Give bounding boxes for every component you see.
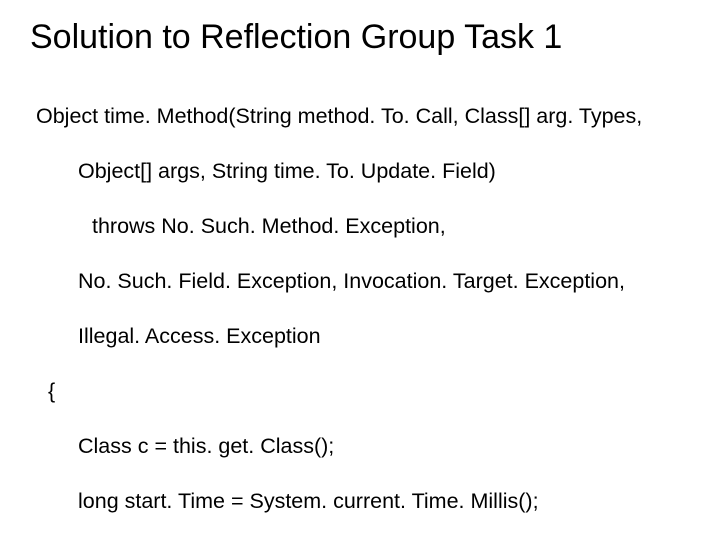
code-line: long start. Time = System. current. Time… <box>30 488 690 516</box>
code-block: Object time. Method(String method. To. C… <box>30 75 690 540</box>
code-line: { <box>30 378 690 406</box>
slide-title: Solution to Reflection Group Task 1 <box>30 18 690 57</box>
code-line: Object time. Method(String method. To. C… <box>30 103 690 131</box>
code-line: Class c = this. get. Class(); <box>30 433 690 461</box>
code-line: Illegal. Access. Exception <box>30 323 690 351</box>
code-line: No. Such. Field. Exception, Invocation. … <box>30 268 690 296</box>
code-line: throws No. Such. Method. Exception, <box>30 213 690 241</box>
code-line: Object[] args, String time. To. Update. … <box>30 158 690 186</box>
slide: Solution to Reflection Group Task 1 Obje… <box>0 0 720 540</box>
